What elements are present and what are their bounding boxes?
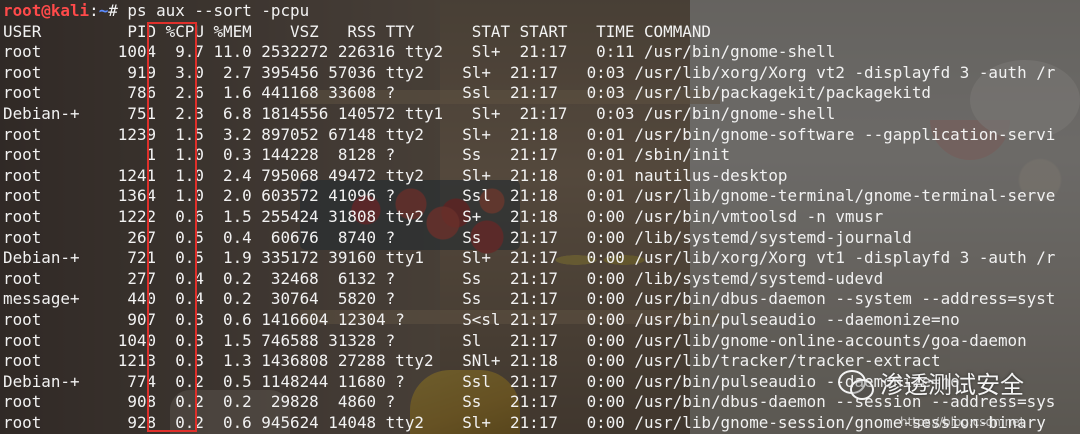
prompt-user-host: root@kali [3,1,90,20]
watermark: 渗透测试安全 [836,365,1024,400]
command-prompt-line[interactable]: root@kali:~# ps aux --sort -pcpu [3,1,1080,22]
command-text: ps aux --sort -pcpu [127,1,310,20]
wechat-icon [836,367,874,400]
watermark-label: 渗透测试安全 [880,371,1024,399]
prompt-separator: : [89,1,99,20]
prompt-path: ~ [98,1,109,20]
watermark-url: https://blog.csdn.net [900,415,1025,429]
prompt-symbol: # [108,1,128,20]
cpu-column-highlight-box [147,22,197,432]
